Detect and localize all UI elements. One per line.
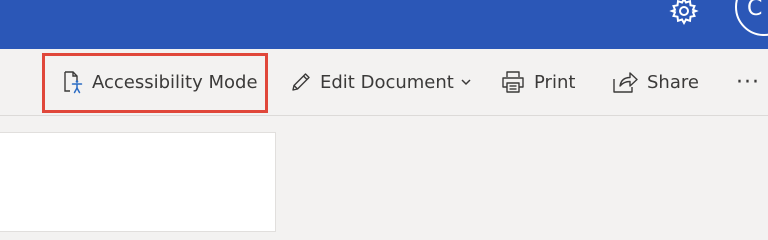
document-page[interactable] (0, 132, 276, 232)
accessibility-mode-button[interactable]: Accessibility Mode (62, 49, 258, 115)
pencil-icon (290, 71, 312, 93)
command-toolbar: Accessibility Mode Edit Document Print S… (0, 49, 768, 116)
avatar-initial: C (747, 0, 763, 21)
share-icon (611, 69, 639, 95)
print-button[interactable]: Print (500, 49, 575, 115)
share-button[interactable]: Share (611, 49, 699, 115)
more-options-button[interactable]: ··· (736, 49, 760, 115)
document-canvas (0, 116, 768, 232)
more-options-icon: ··· (736, 69, 760, 95)
settings-button[interactable] (664, 0, 704, 26)
gear-icon (669, 0, 699, 30)
accessibility-mode-label: Accessibility Mode (92, 71, 258, 93)
printer-icon (500, 70, 526, 94)
app-header-bar: C (0, 0, 768, 49)
edit-document-button[interactable]: Edit Document (290, 49, 472, 115)
print-label: Print (534, 71, 576, 93)
account-avatar[interactable]: C (735, 0, 768, 36)
edit-document-label: Edit Document (320, 71, 454, 93)
chevron-down-icon (460, 77, 472, 87)
share-label: Share (647, 71, 699, 93)
accessibility-document-icon (62, 70, 84, 94)
